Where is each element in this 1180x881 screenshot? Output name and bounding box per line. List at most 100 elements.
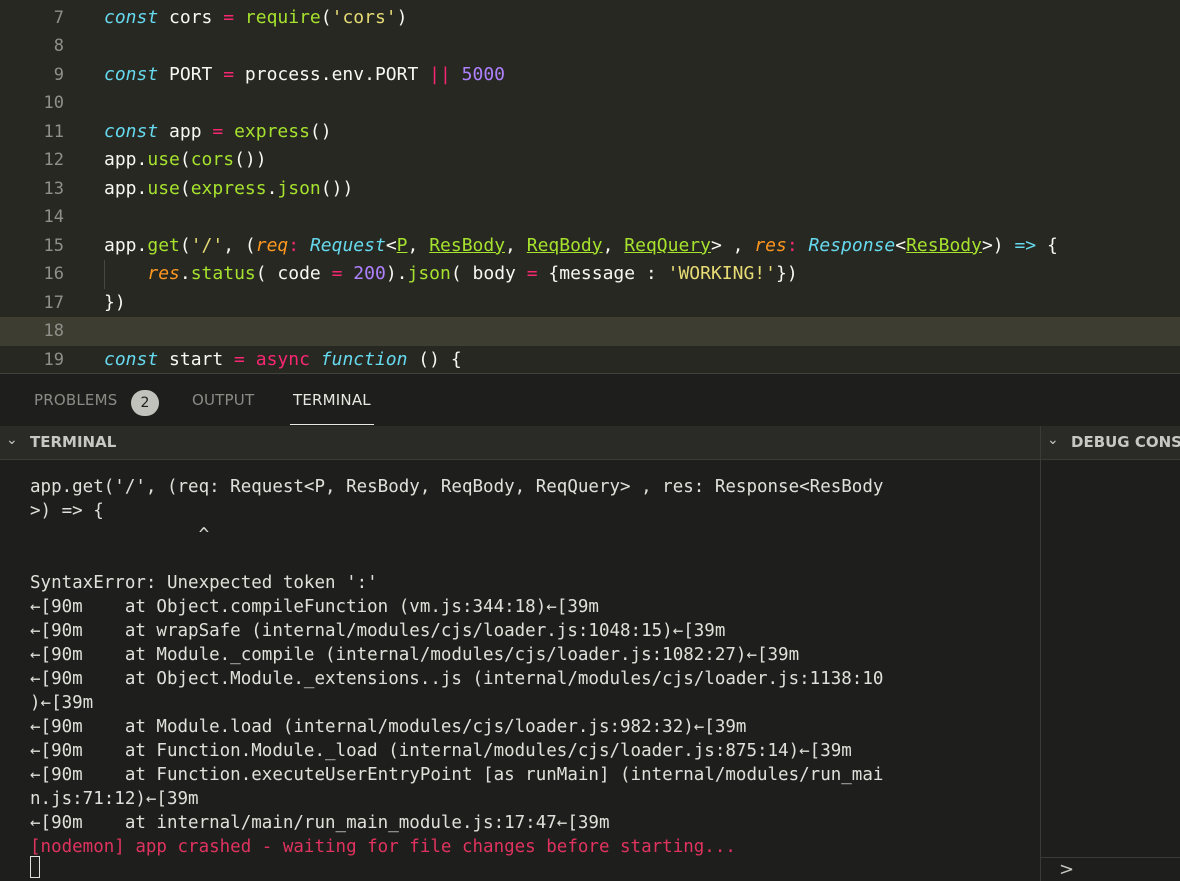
code-token: {: [1036, 234, 1058, 256]
code-token: =: [212, 120, 224, 142]
tab-output-label: OUTPUT: [192, 391, 255, 409]
line-number: 14: [43, 207, 64, 227]
code-token: 200: [353, 263, 386, 284]
code-text: const start = async function () {: [104, 346, 462, 374]
debug-console-output: [1041, 460, 1180, 857]
chevron-down-icon[interactable]: ⌄: [6, 432, 18, 448]
code-token: app.: [104, 149, 148, 170]
code-token: .: [179, 263, 191, 284]
terminal-section-header[interactable]: ⌄ TERMINAL: [0, 426, 1040, 460]
code-text: const PORT = process.env.PORT || 5000: [104, 61, 505, 90]
code-token: const: [104, 63, 159, 85]
terminal-line: n.js:71:12)←[39m: [30, 789, 199, 809]
terminal-cursor: [30, 856, 40, 878]
code-token: app.: [104, 177, 148, 199]
code-line[interactable]: 18: [0, 317, 1180, 346]
code-line[interactable]: 13 app.use(express.json()): [0, 175, 1180, 204]
code-token: ()): [234, 149, 267, 170]
line-number: 7: [53, 7, 64, 28]
terminal-error-line: [nodemon] app crashed - waiting for file…: [30, 837, 736, 857]
tab-terminal[interactable]: TERMINAL: [290, 374, 374, 426]
code-token: '/': [190, 234, 224, 256]
code-line[interactable]: 17}): [0, 289, 1180, 318]
code-token: ReqBody: [526, 234, 603, 256]
code-line[interactable]: 8: [0, 32, 1180, 61]
debug-console-title: DEBUG CONS: [1071, 433, 1180, 451]
line-number: 16: [43, 264, 64, 284]
line-number: 11: [43, 121, 64, 142]
line-number: 19: [43, 349, 64, 370]
line-number: 9: [53, 64, 64, 85]
code-line[interactable]: 9 const PORT = process.env.PORT || 5000: [0, 61, 1180, 90]
tab-problems[interactable]: PROBLEMS: [34, 374, 117, 426]
code-token: json: [407, 263, 451, 284]
code-token: use: [147, 177, 180, 199]
line-number: 15: [43, 235, 64, 256]
code-token: express: [190, 177, 267, 199]
terminal-section-title: TERMINAL: [30, 433, 117, 451]
code-token: ()): [320, 177, 354, 199]
code-text: const cors = require('cors'): [104, 4, 407, 33]
code-token: function: [320, 348, 408, 370]
code-line[interactable]: 7 const cors = require('cors'): [0, 4, 1180, 33]
code-token: ,: [602, 234, 625, 256]
code-token: =: [526, 263, 538, 284]
chevron-down-icon[interactable]: ⌄: [1047, 432, 1059, 448]
code-token: status: [190, 263, 256, 284]
code-token: 'WORKING!': [667, 263, 776, 284]
terminal-line: SyntaxError: Unexpected token ':': [30, 573, 378, 593]
code-token: 5000: [461, 63, 506, 85]
vscode-window: 7 const cors = require('cors') 8 9 const POR…: [0, 0, 1180, 881]
code-token: (: [179, 177, 191, 199]
terminal-line: )←[39m: [30, 693, 94, 713]
terminal-line: ←[90m at Object.compileFunction (vm.js:3…: [30, 597, 599, 617]
terminal-output[interactable]: app.get('/', (req: Request<P, ResBody, R…: [0, 460, 1040, 881]
terminal-line: ←[90m at Object.Module._extensions..js (…: [30, 669, 884, 689]
code-editor[interactable]: 7 const cors = require('cors') 8 9 const POR…: [0, 0, 1180, 373]
code-token: app: [158, 120, 213, 142]
code-token: > ,: [710, 234, 755, 256]
code-token: ||: [429, 63, 451, 85]
line-number: 8: [53, 36, 64, 56]
code-token: (: [179, 234, 191, 256]
code-token: ReqQuery: [624, 234, 711, 256]
code-token: use: [147, 149, 180, 170]
code-token: }): [775, 263, 798, 284]
code-token: ResBody: [906, 234, 982, 256]
tab-output[interactable]: OUTPUT: [192, 374, 254, 426]
code-line[interactable]: 14: [0, 203, 1180, 232]
code-token: <: [385, 234, 397, 256]
code-line[interactable]: 10: [0, 89, 1180, 118]
code-line[interactable]: 16 res.status( code = 200).json( body = …: [0, 260, 1180, 289]
code-token: ResBody: [429, 234, 506, 256]
terminal-line: ←[90m at Function.Module._load (internal…: [30, 741, 852, 761]
code-token: ( code: [255, 263, 332, 284]
code-line[interactable]: 19 const start = async function () {: [0, 346, 1180, 374]
terminal-line: ^: [30, 525, 210, 545]
code-text: app.use(express.json()): [104, 175, 353, 204]
debug-console-header[interactable]: ⌄ DEBUG CONS: [1041, 426, 1180, 460]
active-tab-underline: [290, 424, 374, 425]
code-token: process.env.PORT: [234, 63, 430, 85]
code-token: ,: [407, 234, 430, 256]
code-token: start: [158, 348, 235, 370]
line-number: 13: [43, 178, 64, 199]
code-token: get: [147, 234, 180, 256]
code-token: const: [104, 6, 159, 28]
code-line[interactable]: 15 app.get('/', (req: Request<P, ResBody,…: [0, 232, 1180, 261]
code-line[interactable]: 11 const app = express(): [0, 118, 1180, 147]
code-token: () {: [407, 348, 462, 370]
code-text: app.get('/', (req: Request<P, ResBody, R…: [104, 232, 1058, 261]
code-token: =: [223, 6, 235, 28]
code-token: }): [104, 291, 126, 313]
code-token: express: [234, 120, 310, 142]
code-token: app.: [104, 234, 148, 256]
code-line[interactable]: 12 app.use(cors()): [0, 146, 1180, 175]
tab-terminal-label: TERMINAL: [293, 391, 371, 409]
code-token: ,: [505, 234, 527, 256]
debug-console-input[interactable]: >: [1041, 857, 1180, 881]
